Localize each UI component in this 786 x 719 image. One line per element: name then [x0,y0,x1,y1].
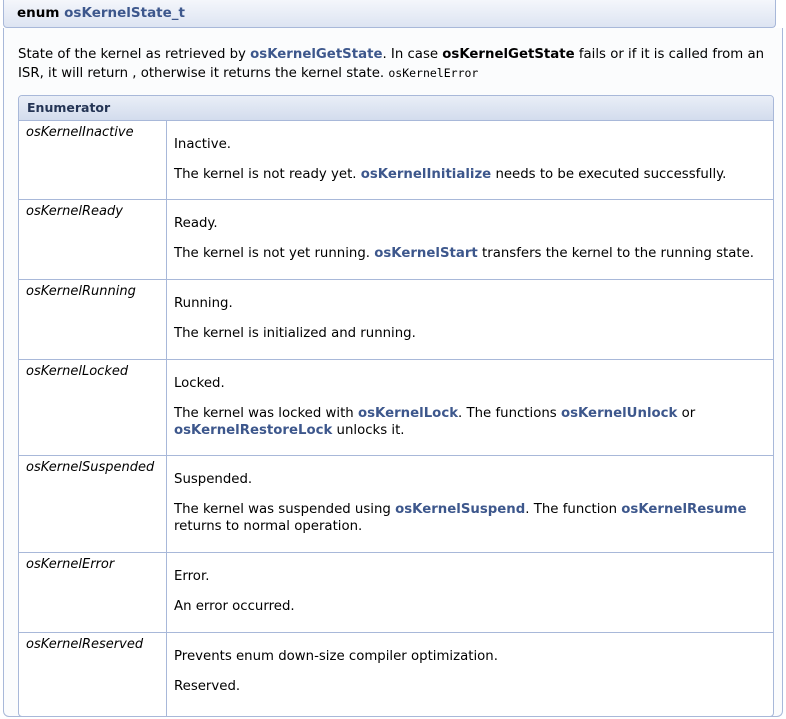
function-link[interactable]: osKernelLock [358,406,458,421]
enumerator-description: Suspended. The kernel was suspended using… [167,456,773,552]
enumerator-row: osKernelReady Ready. The kernel is not yet… [19,199,773,279]
enumerator-name: osKernelRunning [19,280,167,359]
function-link[interactable]: osKernelStart [374,246,478,261]
enumerator-description: Prevents enum down-size compiler optimiz… [167,633,773,716]
enumerator-brief: Prevents enum down-size compiler optimiz… [174,649,498,664]
enumerator-name: osKernelSuspended [19,456,167,552]
enumerator-detail: An error occurred. [174,598,765,615]
enumerator-brief: Ready. [174,216,218,231]
desc-bold-function: osKernelGetState [442,47,575,62]
enumerator-rows: osKernelInactive Inactive. The kernel is n… [19,121,773,716]
function-link[interactable]: osKernelInitialize [361,167,491,182]
enumerator-table: Enumerator osKernelInactive Inactive. The … [18,95,774,717]
enumerator-brief: Suspended. [174,472,253,487]
desc-code-error: osKernelError [388,66,479,80]
detail-text: The kernel was suspended using [174,502,396,517]
enumerator-row: osKernelSuspended Suspended. The kernel wa… [19,455,773,552]
function-link[interactable]: osKernelResume [621,502,746,517]
enumerator-brief: Error. [174,569,210,584]
desc-text-2: . In case [382,47,443,62]
enum-documentation: State of the kernel as retrieved by osKe… [3,28,783,717]
desc-text-1: State of the kernel as retrieved by [18,47,251,62]
enumerator-description: Error. An error occurred. [167,553,773,632]
enum-description: State of the kernel as retrieved by osKe… [18,46,770,83]
enumerator-description: Inactive. The kernel is not ready yet. os… [167,121,773,199]
enumerator-row: osKernelReserved Prevents enum down-size … [19,632,773,716]
oskernelgetstate-link[interactable]: osKernelGetState [250,47,382,62]
enumerator-row: osKernelError Error. An error occurred. [19,552,773,632]
detail-text: returns to normal operation. [174,519,363,534]
detail-text: The kernel was locked with [174,406,358,421]
enumerator-detail: The kernel was suspended using osKernelS… [174,501,765,535]
function-link[interactable]: osKernelUnlock [561,406,677,421]
enumerator-row: osKernelLocked Locked. The kernel was lock… [19,359,773,455]
detail-text: or [677,406,696,421]
enumerator-name: osKernelReady [19,200,167,279]
enumerator-detail: The kernel is not yet running. osKernelS… [174,245,765,262]
enum-keyword: enum [17,5,60,21]
enumerator-detail: Reserved. [174,678,765,695]
detail-text: transfers the kernel to the running stat… [477,246,754,261]
detail-text: The kernel is initialized and running. [174,326,416,341]
enumerator-detail: The kernel was locked with osKernelLock.… [174,405,765,439]
enumerator-row: osKernelRunning Running. The kernel is ini… [19,279,773,359]
enumerator-description: Locked. The kernel was locked with osKern… [167,360,773,455]
detail-text: needs to be executed successfully. [491,167,727,182]
enumerator-brief: Running. [174,296,233,311]
enumerator-detail: The kernel is not ready yet. osKernelIni… [174,166,765,183]
detail-text: An error occurred. [174,599,295,614]
enumerator-description: Running. The kernel is initialized and ru… [167,280,773,359]
enum-name: osKernelState_t [64,5,185,21]
enumerator-header: Enumerator [19,96,773,121]
enumerator-row: osKernelInactive Inactive. The kernel is n… [19,121,773,199]
detail-text: . The functions [458,406,561,421]
enumerator-name: osKernelError [19,553,167,632]
enumerator-brief: Locked. [174,376,225,391]
enum-title: enum osKernelState_t [3,0,776,28]
detail-text: The kernel is not yet running. [174,246,375,261]
detail-text: Reserved. [174,679,241,694]
function-link[interactable]: osKernelRestoreLock [174,423,332,438]
enumerator-description: Ready. The kernel is not yet running. osK… [167,200,773,279]
enumerator-detail: The kernel is initialized and running. [174,325,765,342]
detail-text: unlocks it. [332,423,405,438]
enumerator-brief: Inactive. [174,137,231,152]
enumerator-name: osKernelInactive [19,121,167,199]
detail-text: The kernel is not ready yet. [174,167,361,182]
enumerator-name: osKernelLocked [19,360,167,455]
function-link[interactable]: osKernelSuspend [395,502,525,517]
enumerator-name: osKernelReserved [19,633,167,716]
detail-text: . The function [525,502,622,517]
